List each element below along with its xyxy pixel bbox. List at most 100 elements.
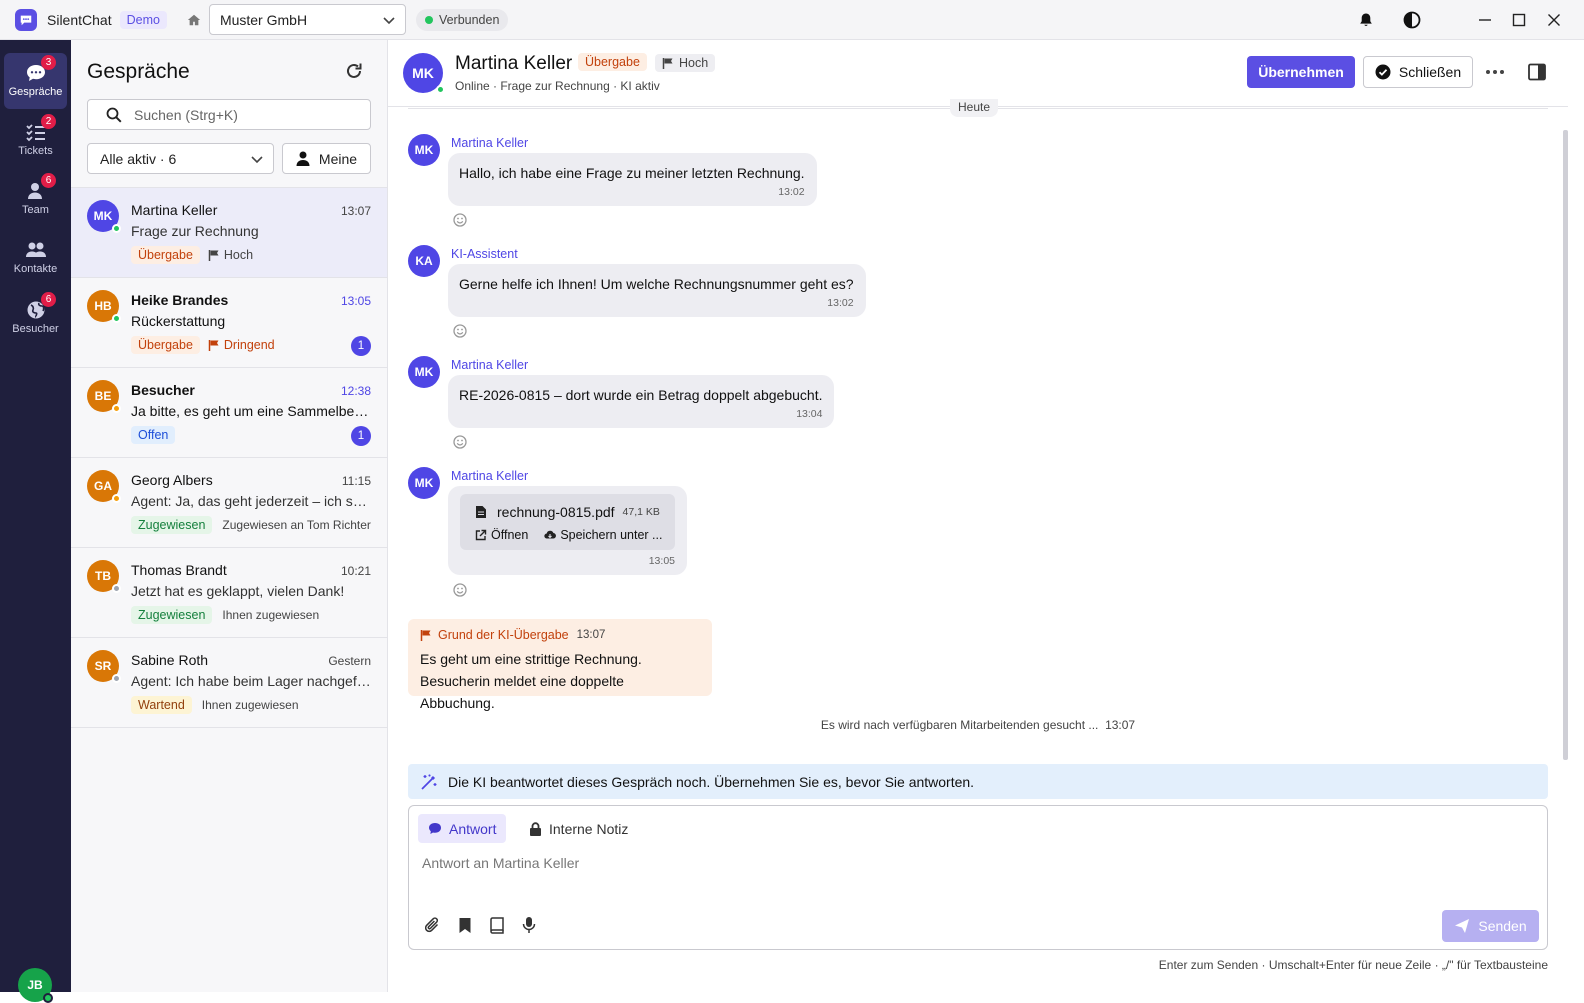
handoff-line: Es geht um eine strittige Rechnung. [420,651,642,667]
emoji-react-icon[interactable] [453,324,467,338]
conversation-item[interactable]: GA Georg Albers 11:15 Agent: Ja, das geh… [71,458,387,548]
book-icon[interactable] [489,916,505,934]
conversation-preview: Rückerstattung [131,313,226,329]
nav-item-tickets[interactable]: Tickets 2 [4,112,67,168]
priority-text: Hoch [223,248,254,262]
handoff-title: Grund der KI-Übergabe [438,628,569,642]
avatar-initials: MK [414,476,434,490]
avatar-initials: KA [415,254,433,268]
user-avatar[interactable]: JB [18,968,53,1003]
app-logo-icon [15,8,37,31]
side-panel-toggle-icon[interactable] [1527,62,1547,82]
attach-icon[interactable] [425,916,441,934]
theme-toggle-icon[interactable] [1402,10,1422,30]
flag-icon [208,340,219,351]
open-file-button[interactable]: Öffnen [475,528,528,542]
tenant-select[interactable]: Muster GmbH [208,4,406,35]
connection-status: Verbunden [415,8,509,31]
save-file-label: Speichern unter ... [560,528,663,542]
avatar: MK [408,356,440,388]
avatar-initials: BE [94,389,112,403]
avatar-initials: HB [94,299,112,313]
demo-badge: Demo [119,10,167,29]
maximize-icon[interactable] [1509,10,1529,30]
user-initials: JB [27,978,43,992]
refresh-icon[interactable] [344,61,364,81]
tab-reply[interactable]: Antwort [418,814,507,843]
take-over-button[interactable]: Übernehmen [1247,56,1355,88]
flag-icon [662,58,673,69]
avatar: HB [87,290,121,323]
bell-icon[interactable] [1356,10,1376,30]
assignee-label: Zugewiesen an Tom Richter [222,518,371,532]
system-message: Es wird nach verfügbaren Mitarbeitenden … [388,718,1568,732]
avatar: MK [408,467,440,499]
filter-value: Alle aktiv · 6 [100,150,177,167]
tab-internal-note[interactable]: Interne Notiz [519,814,638,843]
more-options-icon[interactable] [1485,62,1505,82]
nav-item-label: Gespräche [8,86,63,98]
avatar: BE [87,380,121,413]
nav-item-contacts[interactable]: Kontakte [4,230,67,286]
check-circle-icon [1375,64,1391,80]
conversation-name: Besucher [131,382,195,398]
nav-item-label: Kontakte [13,263,58,275]
chat-contact-name: Martina Keller [455,53,573,74]
conversation-name: Heike Brandes [131,292,229,308]
microphone-icon[interactable] [522,916,536,934]
nav-item-conversations[interactable]: Gespräche 3 [4,53,67,109]
nav-item-team[interactable]: Team 6 [4,171,67,227]
conversation-time: 11:15 [341,474,371,488]
nav-item-label: Team [22,204,49,216]
conversation-item[interactable]: BE Besucher 12:38 Ja bitte, es geht um e… [71,368,387,458]
conversation-name: Sabine Roth [131,652,209,668]
message-time: 13:05 [648,555,675,567]
reply-input[interactable]: Antwort an Martina Keller [422,855,579,871]
conversation-item[interactable]: MK Martina Keller 13:07 Frage zur Rechnu… [71,188,387,278]
app-name: SilentChat [47,11,112,28]
ai-notice-banner: Die KI beantwortet dieses Gespräch noch.… [408,764,1548,799]
home-icon[interactable] [187,13,201,27]
message-bubble: RE-2026-0815 – dort wurde ein Betrag dop… [448,375,835,428]
avatar: MK [408,134,440,166]
mine-filter-button[interactable]: Meine [282,143,371,174]
nav-badge: 2 [41,114,56,129]
nav-item-visitors[interactable]: Besucher 6 [4,290,67,346]
close-conversation-label: Schließen [1398,64,1462,80]
emoji-react-icon[interactable] [453,213,467,227]
presence-online [112,224,121,233]
conversation-time: 13:05 [340,294,371,308]
message-bubble: rechnung-0815.pdf 47,1 KB Öffnen Speiche… [448,486,687,575]
minimize-icon[interactable] [1475,10,1495,30]
scrollbar[interactable] [1563,130,1568,760]
chat-panel: MK Martina Keller Übergabe Hoch Online ·… [388,40,1584,992]
close-window-icon[interactable] [1544,10,1564,30]
search-input[interactable]: Suchen (Strg+K) [87,99,371,130]
emoji-react-icon[interactable] [453,435,467,449]
conversation-list: MK Martina Keller 13:07 Frage zur Rechnu… [71,187,387,728]
filter-select[interactable]: Alle aktiv · 6 [87,143,274,174]
presence-away [112,494,121,503]
conversation-item[interactable]: SR Sabine Roth Gestern Agent: Ich habe b… [71,638,387,728]
conversation-item[interactable]: HB Heike Brandes 13:05 Rückerstattung Üb… [71,278,387,368]
status-badge: Offen [131,426,176,444]
avatar: GA [87,470,121,503]
priority-text: Hoch [679,56,709,70]
connection-status-label: Verbunden [438,12,500,27]
send-button[interactable]: Senden [1442,910,1539,942]
save-file-button[interactable]: Speichern unter ... [544,528,662,542]
message-author: Martina Keller [451,358,529,372]
close-conversation-button[interactable]: Schließen [1363,56,1473,88]
conversation-list-panel: Gespräche Suchen (Strg+K) Alle aktiv · 6… [71,40,388,992]
magic-wand-icon [421,774,437,790]
conversation-time: Gestern [328,654,371,668]
conversation-item[interactable]: TB Thomas Brandt 10:21 Jetzt hat es gekl… [71,548,387,638]
ai-notice-text: Die KI beantwortet dieses Gespräch noch.… [448,773,975,790]
nav-badge: 6 [41,173,56,188]
unread-badge: 1 [351,426,371,446]
nav-rail: Gespräche 3 Tickets 2 Team 6 Kontakte Be… [0,40,71,1003]
emoji-react-icon[interactable] [453,583,467,597]
tab-note-label: Interne Notiz [549,820,629,837]
file-size: 47,1 KB [622,506,660,518]
bookmark-icon[interactable] [458,917,472,934]
